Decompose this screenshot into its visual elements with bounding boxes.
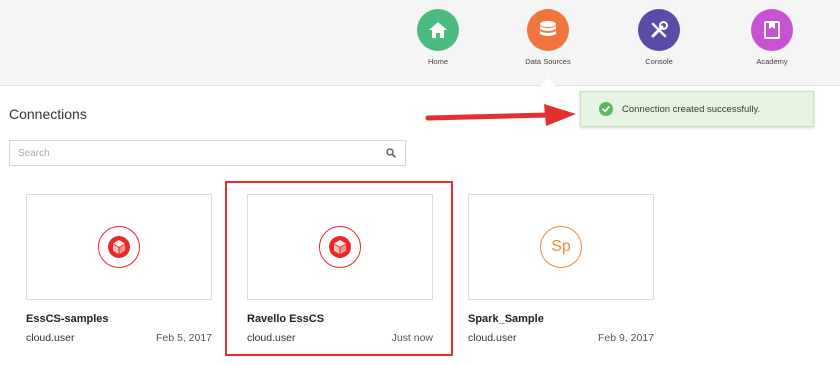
connection-card-spark-sample[interactable]: Sp Spark_Sample cloud.user Feb 9, 2017 xyxy=(468,194,654,344)
check-circle-icon xyxy=(599,102,613,116)
academy-icon xyxy=(751,9,793,51)
card-date: Feb 5, 2017 xyxy=(155,332,212,344)
nav-item-console[interactable]: Console xyxy=(614,9,704,66)
database-icon xyxy=(527,9,569,51)
card-title: Spark_Sample xyxy=(468,313,544,325)
search-box xyxy=(9,140,406,166)
nav-item-data-sources[interactable]: Data Sources xyxy=(503,9,593,66)
card-owner: cloud.user xyxy=(468,332,517,344)
nav-item-academy[interactable]: Academy xyxy=(727,9,817,66)
tools-icon xyxy=(638,9,680,51)
home-icon xyxy=(417,9,459,51)
spark-icon: Sp xyxy=(540,226,582,268)
card-date: Feb 9, 2017 xyxy=(597,332,654,344)
nav-label-console: Console xyxy=(645,57,673,66)
card-thumbnail: Sp xyxy=(468,194,654,300)
top-nav-bar: Home Data Sources Console Academy xyxy=(0,0,840,86)
annotation-arrow xyxy=(425,104,576,126)
card-title: EssCS-samples xyxy=(26,313,109,325)
annotation-highlight-box xyxy=(225,181,453,356)
success-toast: Connection created successfully. xyxy=(580,91,814,127)
nav-item-home[interactable]: Home xyxy=(393,9,483,66)
page-title: Connections xyxy=(9,106,87,122)
card-meta: cloud.user Feb 9, 2017 xyxy=(468,332,654,344)
search-icon[interactable] xyxy=(386,148,396,158)
card-owner: cloud.user xyxy=(26,332,75,344)
cube-icon xyxy=(98,226,140,268)
connection-card-esscs-samples[interactable]: EssCS-samples cloud.user Feb 5, 2017 xyxy=(26,194,212,344)
nav-label-data-sources: Data Sources xyxy=(525,57,571,66)
search-input[interactable] xyxy=(10,141,380,165)
card-meta: cloud.user Feb 5, 2017 xyxy=(26,332,212,344)
card-thumbnail xyxy=(26,194,212,300)
toast-message: Connection created successfully. xyxy=(622,103,761,115)
active-nav-pointer xyxy=(540,78,556,86)
nav-label-academy: Academy xyxy=(756,57,788,66)
nav-label-home: Home xyxy=(427,57,448,66)
spark-logo-text: Sp xyxy=(551,238,571,255)
